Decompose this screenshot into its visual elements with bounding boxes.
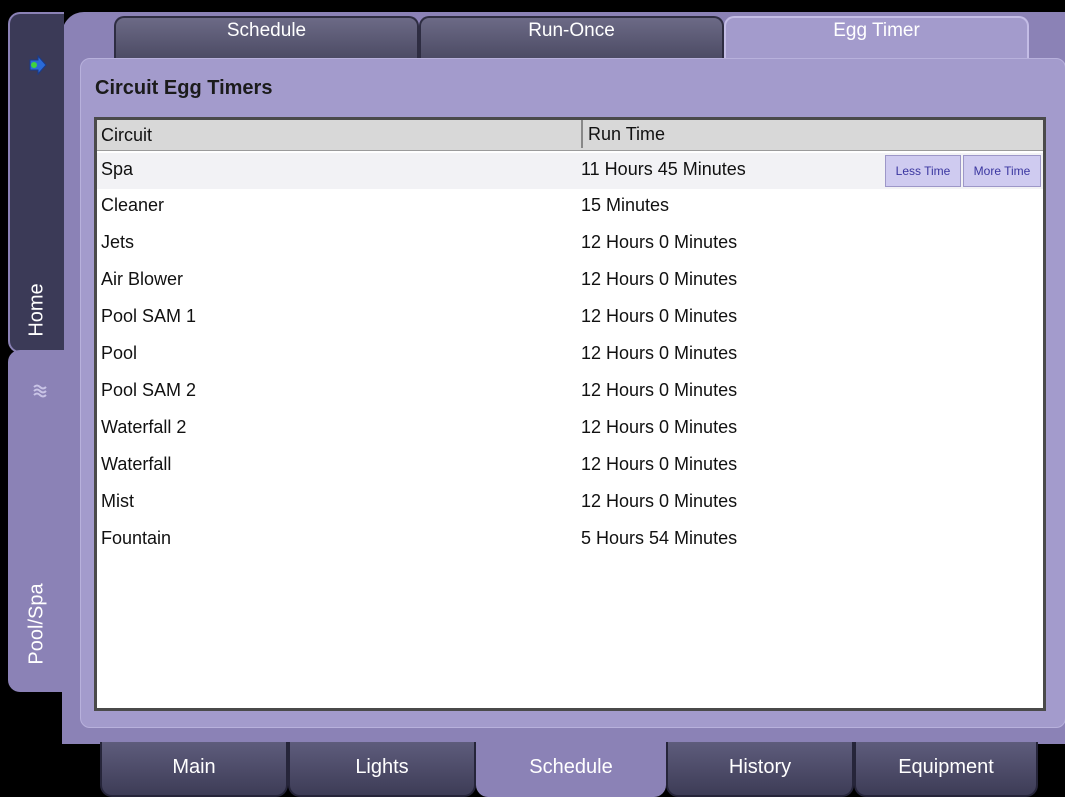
tab-egg-timer[interactable]: Egg Timer: [724, 16, 1029, 60]
table-row[interactable]: Jets 12 Hours 0 Minutes: [97, 226, 1043, 263]
side-tab-pool-spa-label: Pool/Spa: [25, 583, 48, 665]
run-time-value: 15 Minutes: [581, 195, 670, 215]
panel-title: Circuit Egg Timers: [95, 77, 273, 99]
run-time-value: 12 Hours 0 Minutes: [581, 417, 738, 437]
run-time-value: 12 Hours 0 Minutes: [581, 343, 738, 363]
table-row[interactable]: Air Blower 12 Hours 0 Minutes: [97, 263, 1043, 300]
table-body: Spa 11 Hours 45 Minutes Less Time More Time…: [97, 153, 1043, 559]
column-header-circuit[interactable]: Circuit: [101, 123, 152, 147]
circuit-name: Air Blower: [101, 269, 184, 289]
bottom-tab-equipment[interactable]: Equipment: [854, 742, 1038, 797]
tab-run-once[interactable]: Run-Once: [419, 16, 724, 60]
circuit-name: Pool: [101, 343, 138, 363]
circuit-name: Waterfall: [101, 454, 172, 474]
pool-icon: [33, 384, 47, 398]
table-row[interactable]: Mist 12 Hours 0 Minutes: [97, 485, 1043, 522]
run-time-value: 12 Hours 0 Minutes: [581, 491, 738, 511]
circuit-name: Mist: [101, 491, 134, 511]
table-header: Circuit Run Time: [97, 120, 1043, 151]
side-tab-home[interactable]: Home: [8, 12, 64, 353]
table-row[interactable]: Waterfall 2 12 Hours 0 Minutes: [97, 411, 1043, 448]
tab-schedule[interactable]: Schedule: [114, 16, 419, 60]
run-time-value: 12 Hours 0 Minutes: [581, 454, 738, 474]
run-time-value: 12 Hours 0 Minutes: [581, 306, 738, 326]
run-time-value: 12 Hours 0 Minutes: [581, 232, 738, 252]
table-row[interactable]: Fountain 5 Hours 54 Minutes: [97, 522, 1043, 559]
table-row[interactable]: Spa 11 Hours 45 Minutes Less Time More Time: [97, 153, 1043, 189]
table-row[interactable]: Waterfall 12 Hours 0 Minutes: [97, 448, 1043, 485]
circuit-name: Jets: [101, 232, 135, 252]
bottom-tab-history[interactable]: History: [666, 742, 854, 797]
egg-timer-panel: Circuit Egg Timers Circuit Run Time Spa 1…: [80, 58, 1065, 728]
run-time-value: 12 Hours 0 Minutes: [581, 380, 738, 400]
side-tab-home-label: Home: [25, 283, 48, 337]
run-time-value: 11 Hours 45 Minutes: [581, 159, 746, 179]
more-time-button[interactable]: More Time: [963, 155, 1041, 187]
circuit-name: Cleaner: [101, 195, 165, 215]
table-row[interactable]: Cleaner 15 Minutes: [97, 189, 1043, 226]
side-tab-pool-spa[interactable]: Pool/Spa: [8, 350, 64, 692]
table-row[interactable]: Pool SAM 2 12 Hours 0 Minutes: [97, 374, 1043, 411]
table-row[interactable]: Pool 12 Hours 0 Minutes: [97, 337, 1043, 374]
circuit-table: Circuit Run Time Spa 11 Hours 45 Minutes L…: [94, 117, 1046, 711]
circuit-name: Fountain: [101, 528, 172, 548]
table-row[interactable]: Pool SAM 1 12 Hours 0 Minutes: [97, 300, 1043, 337]
run-time-value: 5 Hours 54 Minutes: [581, 528, 738, 548]
circuit-name: Waterfall 2: [101, 417, 187, 437]
bottom-tab-lights[interactable]: Lights: [288, 742, 476, 797]
bottom-tab-main[interactable]: Main: [100, 742, 288, 797]
run-time-value: 12 Hours 0 Minutes: [581, 269, 738, 289]
less-time-button[interactable]: Less Time: [885, 155, 961, 187]
arrow-icon: [29, 54, 47, 76]
circuit-name: Pool SAM 1: [101, 306, 197, 326]
bottom-tab-schedule[interactable]: Schedule: [476, 742, 666, 797]
column-header-run-time[interactable]: Run Time: [581, 120, 665, 148]
circuit-name: Pool SAM 2: [101, 380, 197, 400]
circuit-name: Spa: [101, 159, 134, 179]
